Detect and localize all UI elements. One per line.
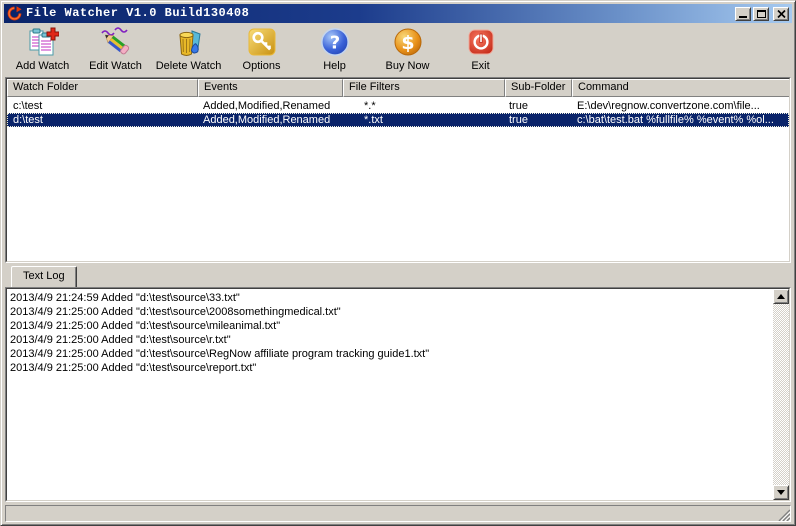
cell-events: Added,Modified,Renamed — [203, 100, 331, 112]
delete-watch-icon — [173, 26, 205, 58]
toolbar-button-label: Help — [323, 60, 346, 72]
cell-file-filters: *.txt — [364, 114, 383, 126]
toolbar: Add Watch Edit Watch Delete Watch Option… — [4, 23, 792, 77]
options-key-icon — [246, 26, 278, 58]
log-text-area[interactable]: 2013/4/9 21:24:59 Added "d:\test\source\… — [7, 289, 773, 500]
minimize-button[interactable] — [735, 6, 751, 21]
svg-text:$: $ — [401, 32, 414, 54]
buy-now-dollar-icon: $ — [392, 26, 424, 58]
maximize-icon — [756, 9, 766, 18]
cell-sub-folder: true — [509, 114, 528, 126]
up-arrow-icon — [777, 294, 785, 299]
resize-grip[interactable] — [777, 508, 790, 521]
minimize-icon — [739, 16, 747, 18]
exit-button[interactable]: Exit — [444, 26, 517, 76]
toolbar-button-label: Delete Watch — [155, 60, 222, 72]
watch-list: Watch Folder Events File Filters Sub-Fol… — [6, 78, 790, 262]
log-line: 2013/4/9 21:24:59 Added "d:\test\source\… — [10, 292, 240, 304]
list-header: Watch Folder Events File Filters Sub-Fol… — [7, 79, 789, 97]
edit-watch-icon — [100, 26, 132, 58]
app-window: File Watcher V1.0 Build130408 Add Watch … — [0, 0, 796, 526]
toolbar-button-label: Options — [242, 60, 281, 72]
add-watch-icon — [27, 26, 59, 58]
scroll-track[interactable] — [773, 304, 789, 485]
log-line: 2013/4/9 21:25:00 Added "d:\test\source\… — [10, 306, 341, 318]
options-button[interactable]: Options — [225, 26, 298, 76]
log-scrollbar[interactable] — [773, 289, 789, 500]
watch-row-c-test[interactable]: c:\test Added,Modified,Renamed *.* true … — [7, 99, 789, 113]
toolbar-button-label: Exit — [471, 60, 490, 72]
close-button[interactable] — [773, 6, 789, 21]
delete-watch-button[interactable]: Delete Watch — [152, 26, 225, 76]
column-header-watch-folder[interactable]: Watch Folder — [7, 79, 198, 97]
scroll-up-button[interactable] — [773, 289, 789, 304]
cell-watch-folder: d:\test — [13, 114, 43, 126]
buy-now-button[interactable]: $ Buy Now — [371, 26, 444, 76]
cell-sub-folder: true — [509, 100, 528, 112]
log-line: 2013/4/9 21:25:00 Added "d:\test\source\… — [10, 348, 430, 360]
log-line: 2013/4/9 21:25:00 Added "d:\test\source\… — [10, 362, 257, 374]
toolbar-button-label: Buy Now — [385, 60, 430, 72]
exit-power-icon — [465, 26, 497, 58]
column-header-events[interactable]: Events — [198, 79, 343, 97]
add-watch-button[interactable]: Add Watch — [6, 26, 79, 76]
log-tabstrip: Text Log — [4, 263, 792, 287]
log-line: 2013/4/9 21:25:00 Added "d:\test\source\… — [10, 334, 231, 346]
log-line: 2013/4/9 21:25:00 Added "d:\test\source\… — [10, 320, 281, 332]
close-icon — [776, 9, 786, 18]
cell-events: Added,Modified,Renamed — [203, 114, 331, 126]
help-question-icon: ? — [319, 26, 351, 58]
maximize-button[interactable] — [753, 6, 769, 21]
column-header-sub-folder[interactable]: Sub-Folder — [505, 79, 572, 97]
toolbar-button-label: Add Watch — [15, 60, 70, 72]
status-bar — [5, 505, 791, 522]
app-icon[interactable] — [7, 6, 22, 21]
column-header-command[interactable]: Command — [572, 79, 789, 97]
cell-command: c:\bat\test.bat %fullfile% %event% %ol..… — [577, 114, 774, 126]
tab-text-log[interactable]: Text Log — [11, 266, 77, 287]
log-pane: 2013/4/9 21:24:59 Added "d:\test\source\… — [6, 288, 790, 501]
cell-watch-folder: c:\test — [13, 100, 43, 112]
toolbar-button-label: Edit Watch — [89, 60, 142, 72]
cell-file-filters: *.* — [364, 100, 376, 112]
help-button[interactable]: ? Help — [298, 26, 371, 76]
scroll-down-button[interactable] — [773, 485, 789, 500]
watch-row-d-test[interactable]: d:\test Added,Modified,Renamed *.txt tru… — [7, 113, 789, 127]
watch-list-panel: Watch Folder Events File Filters Sub-Fol… — [5, 77, 791, 263]
column-header-file-filters[interactable]: File Filters — [343, 79, 505, 97]
down-arrow-icon — [777, 490, 785, 495]
edit-watch-button[interactable]: Edit Watch — [79, 26, 152, 76]
window-title: File Watcher V1.0 Build130408 — [26, 6, 250, 20]
svg-text:?: ? — [329, 33, 339, 54]
list-body: c:\test Added,Modified,Renamed *.* true … — [7, 97, 789, 261]
cell-command: E:\dev\regnow.convertzone.com\file... — [577, 100, 760, 112]
titlebar[interactable]: File Watcher V1.0 Build130408 — [4, 4, 792, 23]
log-panel: 2013/4/9 21:24:59 Added "d:\test\source\… — [5, 287, 791, 502]
